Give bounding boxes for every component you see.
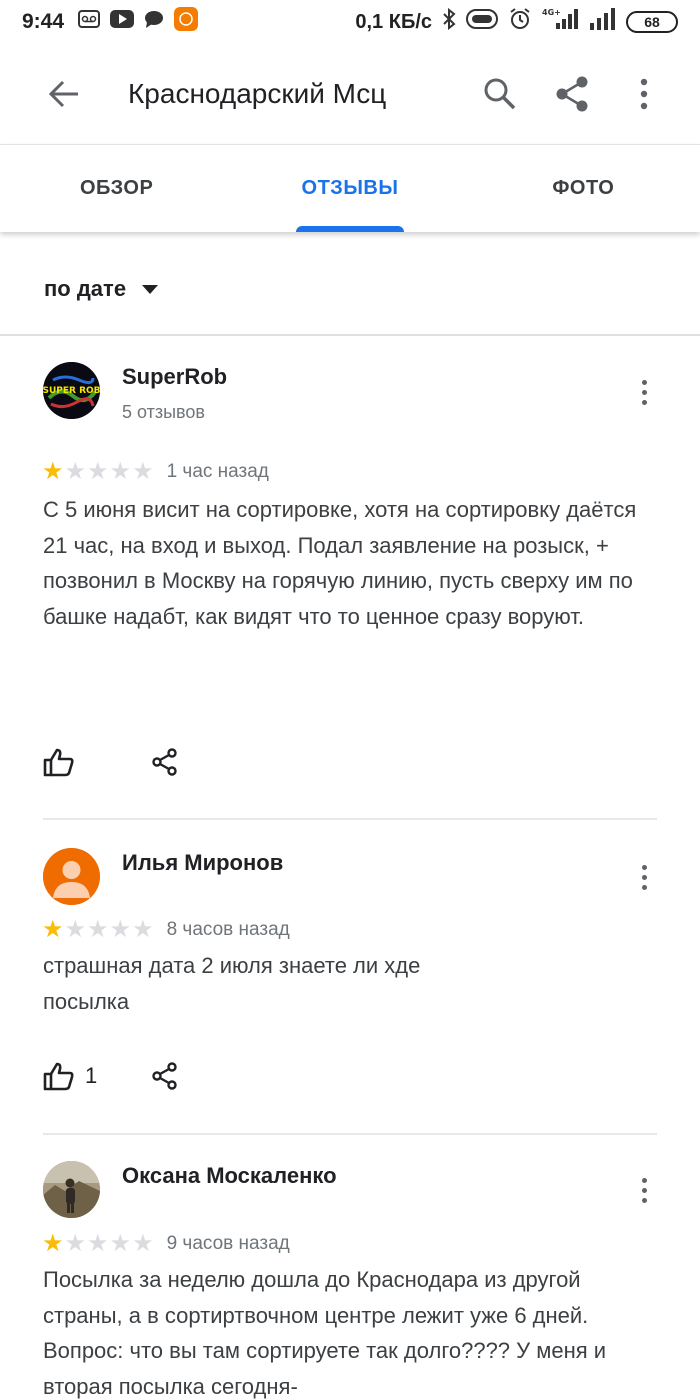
star-icon: ★ bbox=[42, 458, 64, 485]
star-rating: ★ ★ ★ ★ ★ bbox=[42, 1232, 155, 1256]
toggle-icon bbox=[466, 9, 498, 35]
more-options-button[interactable] bbox=[616, 66, 672, 122]
review-item: SUPER ROB SuperRob 5 отзывов ★ ★ ★ ★ ★ 1 час… bbox=[0, 336, 700, 822]
tab-photos[interactable]: ФОТО bbox=[467, 145, 700, 232]
like-count: 1 bbox=[85, 1063, 98, 1088]
divider bbox=[43, 818, 657, 820]
search-button[interactable] bbox=[472, 66, 528, 122]
divider bbox=[43, 1133, 657, 1135]
review-text: Посылка за неделю дошла до Краснодара из… bbox=[43, 1267, 607, 1399]
page-title: Краснодарский Мсц bbox=[128, 78, 387, 109]
star-icon: ★ bbox=[109, 916, 132, 943]
thumbs-up-icon bbox=[43, 1062, 74, 1091]
back-arrow-icon bbox=[48, 80, 78, 108]
star-icon: ★ bbox=[132, 916, 154, 943]
star-icon: ★ bbox=[109, 458, 132, 485]
star-icon: ★ bbox=[42, 1230, 64, 1257]
review-author[interactable]: SuperRob bbox=[122, 364, 227, 390]
youtube-icon bbox=[110, 10, 135, 34]
caret-down-icon bbox=[142, 284, 159, 294]
sort-label: по дате bbox=[44, 276, 127, 301]
sort-dropdown[interactable]: по дате bbox=[44, 276, 159, 302]
review-time: 1 час назад bbox=[166, 461, 269, 482]
star-icon: ★ bbox=[64, 916, 87, 943]
star-icon: ★ bbox=[64, 1230, 87, 1257]
star-icon: ★ bbox=[132, 1230, 154, 1257]
back-button[interactable] bbox=[32, 62, 96, 126]
status-bar: 9:44 0,1 КБ/с 4G+ 68 bbox=[0, 0, 700, 44]
star-icon: ★ bbox=[42, 916, 64, 943]
review-text: страшная дата 2 июля знаете ли хде посыл… bbox=[43, 953, 421, 1014]
mi-app-icon bbox=[174, 7, 199, 37]
star-icon: ★ bbox=[109, 1230, 132, 1257]
app-bar: Краснодарский Мсц bbox=[0, 44, 700, 144]
avatar[interactable]: SUPER ROB bbox=[43, 362, 100, 419]
review-actions bbox=[43, 742, 185, 782]
review-rating: ★ ★ ★ ★ ★ 9 часов назад bbox=[42, 1232, 290, 1256]
alarm-icon bbox=[508, 7, 532, 37]
like-button[interactable]: 1 bbox=[43, 1056, 133, 1096]
star-icon: ★ bbox=[87, 1230, 109, 1257]
network-speed: 0,1 КБ/с bbox=[355, 10, 432, 33]
avatar[interactable] bbox=[43, 848, 100, 905]
tab-reviews[interactable]: ОТЗЫВЫ bbox=[233, 145, 466, 232]
review-item: Илья Миронов ★ ★ ★ ★ ★ 8 часов назад страшна… bbox=[0, 822, 700, 1136]
voicemail-icon bbox=[78, 10, 101, 34]
signal-4g-icon: 4G+ bbox=[542, 7, 580, 37]
review-author[interactable]: Илья Миронов bbox=[122, 850, 283, 876]
share-icon bbox=[152, 748, 177, 776]
avatar[interactable] bbox=[43, 1161, 100, 1218]
review-actions: 1 bbox=[43, 1056, 185, 1096]
star-rating: ★ ★ ★ ★ ★ bbox=[42, 918, 155, 942]
review-more-button[interactable] bbox=[628, 857, 660, 897]
svg-text:4G+: 4G+ bbox=[542, 8, 561, 17]
review-more-button[interactable] bbox=[628, 372, 660, 412]
battery-indicator: 68 bbox=[626, 11, 678, 33]
review-time: 9 часов назад bbox=[166, 1233, 290, 1254]
chat-icon bbox=[144, 10, 164, 34]
tab-overview[interactable]: ОБЗОР bbox=[0, 145, 233, 232]
more-vert-icon bbox=[640, 78, 648, 110]
review-count: 5 отзывов bbox=[122, 402, 205, 422]
status-time: 9:44 bbox=[22, 10, 65, 33]
review-text: С 5 июня висит на сортировке, хотя на со… bbox=[43, 497, 637, 629]
star-rating: ★ ★ ★ ★ ★ bbox=[42, 460, 155, 484]
review-time: 8 часов назад bbox=[166, 919, 290, 940]
share-review-button[interactable] bbox=[145, 742, 185, 782]
review-rating: ★ ★ ★ ★ ★ 1 час назад bbox=[42, 460, 269, 484]
star-icon: ★ bbox=[64, 458, 87, 485]
star-icon: ★ bbox=[87, 916, 109, 943]
star-icon: ★ bbox=[132, 458, 154, 485]
bluetooth-icon bbox=[442, 7, 456, 36]
share-place-button[interactable] bbox=[544, 66, 600, 122]
review-rating: ★ ★ ★ ★ ★ 8 часов назад bbox=[42, 918, 290, 942]
share-icon bbox=[152, 1062, 177, 1090]
share-icon bbox=[556, 76, 588, 112]
star-icon: ★ bbox=[87, 458, 109, 485]
search-icon bbox=[484, 78, 516, 110]
review-item: Оксана Москаленко ★ ★ ★ ★ ★ 9 часов назад По… bbox=[0, 1136, 700, 1400]
review-more-button[interactable] bbox=[628, 1170, 660, 1210]
avatar-text: SUPER ROB bbox=[43, 386, 100, 396]
review-author[interactable]: Оксана Москаленко bbox=[122, 1163, 337, 1189]
share-review-button[interactable] bbox=[145, 1056, 185, 1096]
like-button[interactable] bbox=[43, 742, 133, 782]
tab-bar: ОБЗОР ОТЗЫВЫ ФОТО bbox=[0, 144, 700, 232]
signal-icon bbox=[590, 8, 616, 36]
thumbs-up-icon bbox=[43, 748, 74, 777]
